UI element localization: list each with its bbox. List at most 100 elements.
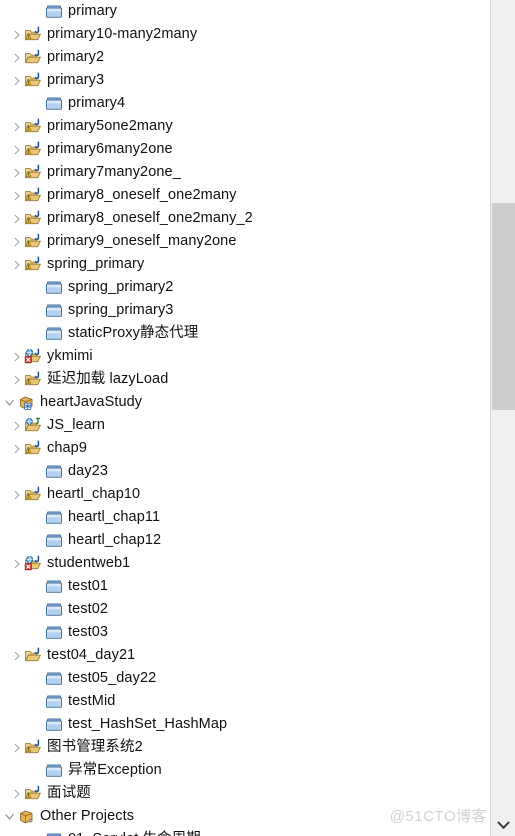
tree-row-label: primary6many2one	[47, 141, 173, 157]
chevron-down-icon[interactable]	[3, 805, 17, 828]
tree-row-label: primary4	[68, 95, 126, 111]
tree-row[interactable]: heartl_chap11	[0, 506, 490, 529]
twisty-placeholder	[31, 828, 45, 836]
chevron-right-icon[interactable]	[10, 115, 24, 138]
tree-row-label: 异常Exception	[68, 762, 162, 778]
folder-icon	[45, 532, 63, 550]
chevron-right-icon[interactable]	[10, 736, 24, 759]
twisty-placeholder	[31, 621, 45, 644]
twisty-placeholder	[31, 299, 45, 322]
tree-row-label: spring_primary3	[68, 302, 174, 318]
tree-row-label: primary3	[47, 72, 105, 88]
tree-row[interactable]: primary	[0, 0, 490, 23]
java-project-warning-icon	[24, 485, 42, 504]
tree-row[interactable]: heartl_chap10	[0, 483, 490, 506]
chevron-right-icon[interactable]	[10, 552, 24, 575]
tree-row[interactable]: day23	[0, 460, 490, 483]
tree-row-label: heartl_chap10	[47, 486, 141, 502]
tree-row-label: test04_day21	[47, 647, 136, 663]
chevron-right-icon[interactable]	[10, 184, 24, 207]
working-set-icon	[17, 808, 35, 826]
tree-row[interactable]: test04_day21	[0, 644, 490, 667]
tree-row-label: primary	[68, 3, 118, 19]
java-project-warning-icon	[24, 439, 42, 458]
chevron-right-icon[interactable]	[10, 253, 24, 276]
folder-icon	[45, 578, 63, 596]
chevron-right-icon[interactable]	[10, 368, 24, 391]
tree-row-label: primary8_oneself_one2many_2	[47, 210, 253, 226]
tree-row[interactable]: chap9	[0, 437, 490, 460]
java-project-warning-icon	[24, 71, 42, 90]
tree-row[interactable]: JS_learn	[0, 414, 490, 437]
tree-row-label: test05_day22	[68, 670, 157, 686]
folder-icon	[45, 463, 63, 481]
tree-row[interactable]: 异常Exception	[0, 759, 490, 782]
tree-row[interactable]: spring_primary3	[0, 299, 490, 322]
java-project-warning-icon	[24, 140, 42, 159]
tree-row[interactable]: primary8_oneself_one2many_2	[0, 207, 490, 230]
working-set-star-icon	[17, 394, 35, 412]
scrollbar-down-arrow-button[interactable]	[491, 816, 515, 836]
tree-row[interactable]: primary3	[0, 69, 490, 92]
chevron-right-icon[interactable]	[10, 782, 24, 805]
tree-row[interactable]: test03	[0, 621, 490, 644]
tree-row[interactable]: test01	[0, 575, 490, 598]
chevron-right-icon[interactable]	[10, 46, 24, 69]
chevron-right-icon[interactable]	[10, 483, 24, 506]
twisty-placeholder	[31, 0, 45, 23]
tree-row[interactable]: heartJavaStudy	[0, 391, 490, 414]
tree-row[interactable]: 图书管理系统2	[0, 736, 490, 759]
tree-row[interactable]: spring_primary	[0, 253, 490, 276]
chevron-right-icon[interactable]	[10, 230, 24, 253]
tree-row[interactable]: test_HashSet_HashMap	[0, 713, 490, 736]
twisty-placeholder	[31, 460, 45, 483]
chevron-down-icon[interactable]	[3, 391, 17, 414]
tree-row-label: testMid	[68, 693, 116, 709]
tree-row-label: heartJavaStudy	[40, 394, 143, 410]
tree-row-label: primary9_oneself_many2one	[47, 233, 237, 249]
tree-row[interactable]: primary8_oneself_one2many	[0, 184, 490, 207]
tree-row[interactable]: testMid	[0, 690, 490, 713]
folder-icon	[45, 831, 63, 836]
chevron-right-icon[interactable]	[10, 23, 24, 46]
chevron-right-icon[interactable]	[10, 437, 24, 460]
tree-row-label: Other Projects	[40, 808, 135, 824]
tree-row[interactable]: primary10-many2many	[0, 23, 490, 46]
chevron-right-icon[interactable]	[10, 138, 24, 161]
project-explorer-tree[interactable]: primary primary10-many2many primary2 primar…	[0, 0, 490, 836]
tree-row[interactable]: primary7many2one_	[0, 161, 490, 184]
tree-row[interactable]: primary5one2many	[0, 115, 490, 138]
twisty-placeholder	[31, 322, 45, 345]
tree-row[interactable]: heartl_chap12	[0, 529, 490, 552]
tree-row[interactable]: staticProxy静态代理	[0, 322, 490, 345]
twisty-placeholder	[31, 276, 45, 299]
tree-row-label: day23	[68, 463, 109, 479]
folder-icon	[45, 95, 63, 113]
tree-row[interactable]: 01_Servlet 生命周期	[0, 828, 490, 836]
scrollbar-thumb[interactable]	[492, 203, 515, 410]
tree-row[interactable]: primary9_oneself_many2one	[0, 230, 490, 253]
tree-row[interactable]: test05_day22	[0, 667, 490, 690]
tree-row-label: chap9	[47, 440, 88, 456]
chevron-right-icon[interactable]	[10, 644, 24, 667]
tree-row[interactable]: spring_primary2	[0, 276, 490, 299]
tree-row[interactable]: 延迟加载 lazyLoad	[0, 368, 490, 391]
tree-row[interactable]: test02	[0, 598, 490, 621]
tree-row-label: studentweb1	[47, 555, 131, 571]
tree-row[interactable]: ykmimi	[0, 345, 490, 368]
tree-row[interactable]: Other Projects	[0, 805, 490, 828]
tree-row[interactable]: primary6many2one	[0, 138, 490, 161]
tree-row[interactable]: 面试题	[0, 782, 490, 805]
chevron-right-icon[interactable]	[10, 414, 24, 437]
vertical-scrollbar[interactable]	[490, 0, 515, 836]
tree-row[interactable]: primary4	[0, 92, 490, 115]
folder-icon	[45, 302, 63, 320]
tree-row[interactable]: studentweb1	[0, 552, 490, 575]
chevron-right-icon[interactable]	[10, 161, 24, 184]
chevron-right-icon[interactable]	[10, 207, 24, 230]
chevron-right-icon[interactable]	[10, 69, 24, 92]
java-project-warning-icon	[24, 186, 42, 205]
tree-row-label: 图书管理系统2	[47, 739, 143, 755]
chevron-right-icon[interactable]	[10, 345, 24, 368]
tree-row[interactable]: primary2	[0, 46, 490, 69]
